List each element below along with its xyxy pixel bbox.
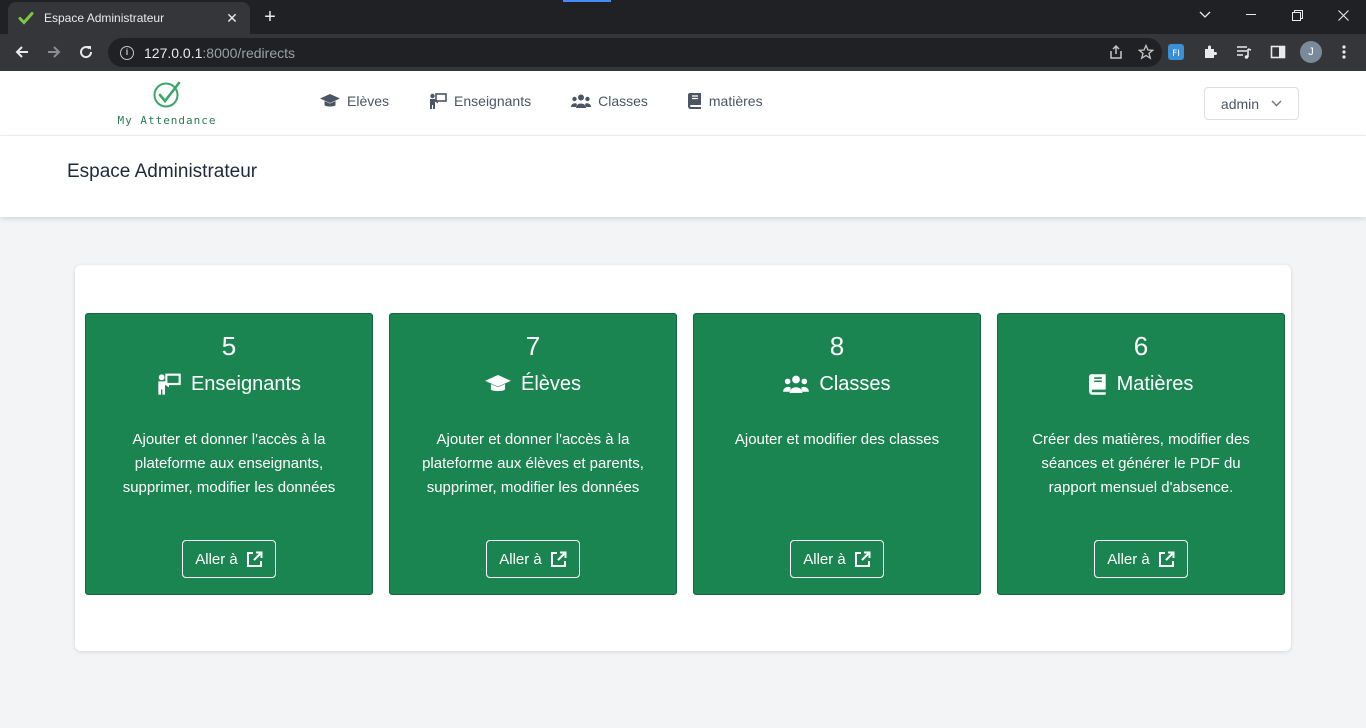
nav-item-enseignants[interactable]: Enseignants	[429, 93, 531, 109]
chevron-down-icon	[1271, 100, 1282, 107]
dashboard-panel: 5 Enseignants Ajouter et donner l'accès …	[75, 265, 1291, 651]
tab-indicator	[563, 0, 611, 2]
teacher-board-icon	[430, 93, 447, 109]
card-title-text: Classes	[819, 372, 891, 395]
graduation-cap-icon	[320, 94, 340, 107]
user-menu-button[interactable]: admin	[1204, 87, 1299, 120]
site-info-icon[interactable]: i	[120, 45, 134, 60]
external-link-icon	[246, 551, 263, 567]
external-link-icon	[550, 551, 567, 567]
browser-toolbar: i 127.0.0.1:8000/redirects FI J	[0, 34, 1366, 71]
card-count: 7	[525, 331, 541, 361]
button-label: Aller à	[803, 550, 846, 568]
side-panel-icon[interactable]	[1266, 40, 1290, 64]
svg-text:FI: FI	[1172, 49, 1180, 59]
card-count: 8	[829, 331, 845, 361]
card-goto-button[interactable]: Aller à	[1094, 540, 1188, 578]
card-goto-button[interactable]: Aller à	[790, 540, 884, 578]
nav-item-matieres[interactable]: matières	[687, 93, 763, 109]
share-icon[interactable]	[1108, 44, 1124, 65]
nav-item-classes[interactable]: Classes	[571, 93, 648, 109]
forward-arrow-icon[interactable]	[41, 39, 67, 65]
nav-label: Classes	[598, 93, 648, 109]
translate-extension-icon[interactable]: FI	[1164, 40, 1188, 64]
browser-tab-bar: Espace Administrateur ✕ +	[0, 0, 1366, 34]
external-link-icon	[854, 551, 871, 567]
card-title-text: Matières	[1116, 372, 1194, 395]
menu-kebab-icon[interactable]	[1332, 40, 1356, 64]
card-description: Ajouter et donner l'accès à la plateform…	[122, 431, 336, 496]
card-enseignants: 5 Enseignants Ajouter et donner l'accès …	[85, 313, 373, 595]
close-tab-icon[interactable]: ✕	[224, 10, 240, 27]
card-count: 5	[221, 331, 237, 361]
page-title: Espace Administrateur	[67, 161, 258, 182]
button-label: Aller à	[499, 550, 542, 568]
card-title: Matières	[998, 370, 1284, 398]
card-title: Classes	[694, 370, 980, 398]
window-controls	[1182, 0, 1366, 34]
extensions-puzzle-icon[interactable]	[1198, 40, 1222, 64]
nav-label: Enseignants	[454, 93, 532, 109]
card-count: 6	[1133, 331, 1149, 361]
users-icon	[783, 375, 810, 393]
address-bar[interactable]: i 127.0.0.1:8000/redirects	[108, 38, 1162, 67]
card-title-text: Élèves	[520, 372, 582, 395]
card-description: Ajouter et donner l'accès à la plateform…	[422, 431, 644, 496]
checkmark-icon	[18, 10, 34, 26]
external-link-icon	[1158, 551, 1175, 567]
card-description: Ajouter et modifier des classes	[734, 431, 940, 448]
logo-check-icon	[153, 81, 181, 108]
button-label: Aller à	[195, 550, 238, 568]
card-matieres: 6 Matières Créer des matières, modifier …	[997, 313, 1285, 595]
button-label: Aller à	[1107, 550, 1150, 568]
users-icon	[571, 94, 592, 108]
back-arrow-icon[interactable]	[9, 39, 35, 65]
url-host: 127.0.0.1	[144, 44, 203, 61]
url-path: :8000/redirects	[202, 44, 295, 61]
teacher-board-icon	[158, 373, 181, 395]
card-goto-button[interactable]: Aller à	[182, 540, 276, 578]
browser-tab[interactable]: Espace Administrateur ✕	[8, 2, 250, 34]
card-goto-button[interactable]: Aller à	[486, 540, 580, 578]
book-icon	[1088, 373, 1106, 395]
app-navbar: My Attendance Elèves Enseignants Classes…	[0, 71, 1366, 136]
app-logo[interactable]: My Attendance	[114, 81, 220, 127]
tab-title: Espace Administrateur	[44, 11, 165, 25]
nav-label: Elèves	[347, 93, 390, 109]
page-header: Espace Administrateur	[0, 136, 1366, 217]
logo-text: My Attendance	[117, 114, 217, 127]
nav-label: matières	[708, 93, 763, 109]
card-title-text: Enseignants	[190, 372, 302, 395]
user-menu-label: admin	[1220, 95, 1260, 112]
book-icon	[687, 93, 701, 109]
graduation-cap-icon	[485, 375, 511, 392]
card-classes: 8 Classes Ajouter et modifier des classe…	[693, 313, 981, 595]
new-tab-button[interactable]: +	[258, 6, 282, 28]
nav-item-eleves[interactable]: Elèves	[320, 93, 389, 109]
tab-search-icon[interactable]	[1182, 0, 1228, 30]
card-description: Créer des matières, modifier des séances…	[1032, 431, 1250, 496]
card-eleves: 7 Élèves Ajouter et donner l'accès à la …	[389, 313, 677, 595]
card-title: Enseignants	[86, 370, 372, 398]
restore-button[interactable]	[1274, 0, 1320, 30]
profile-avatar[interactable]: J	[1300, 41, 1322, 63]
card-title: Élèves	[390, 370, 676, 398]
reload-icon[interactable]	[73, 39, 99, 65]
minimize-button[interactable]	[1228, 0, 1274, 30]
media-queue-icon[interactable]	[1232, 40, 1256, 64]
main-nav: Elèves Enseignants Classes matières	[320, 93, 763, 109]
toolbar-icons: FI J	[1164, 40, 1356, 64]
close-window-button[interactable]	[1320, 0, 1366, 30]
bookmark-star-icon[interactable]	[1137, 43, 1155, 65]
